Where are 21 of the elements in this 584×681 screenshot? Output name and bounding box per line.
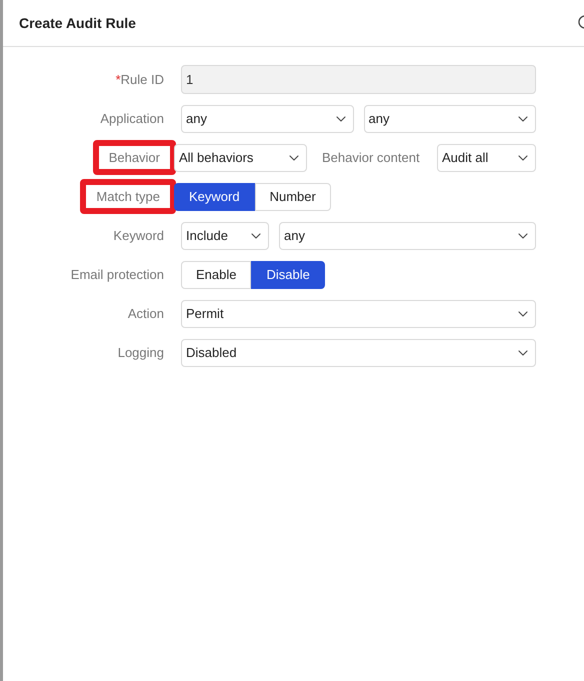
dropdown[interactable]: any <box>364 104 536 132</box>
dropdown[interactable]: any <box>279 222 536 250</box>
field-label: Application <box>100 110 164 128</box>
dropdown[interactable]: any <box>181 104 354 132</box>
dropdown[interactable]: Include <box>181 222 269 250</box>
dropdown[interactable]: Audit all <box>437 144 536 172</box>
field-label: Action <box>128 304 164 323</box>
field-label: *Rule ID <box>116 70 164 89</box>
segment-tab[interactable]: Disable <box>251 260 325 288</box>
dropdown[interactable]: Disabled <box>181 338 536 366</box>
segment-tab[interactable]: Keyword <box>174 182 255 210</box>
dropdown[interactable]: All behaviors <box>174 144 307 172</box>
dropdown[interactable]: Permit <box>181 300 536 328</box>
field-label: Logging <box>118 344 164 362</box>
segment-tab[interactable]: Number <box>254 182 331 210</box>
dialog-title: Create Audit Rule <box>19 14 136 32</box>
help-icon <box>578 15 584 29</box>
segment-tab[interactable]: Enable <box>181 260 252 288</box>
field-label: Email protection <box>70 266 164 284</box>
field-label: Behavior content <box>321 148 421 167</box>
field-label: Keyword <box>113 226 164 245</box>
